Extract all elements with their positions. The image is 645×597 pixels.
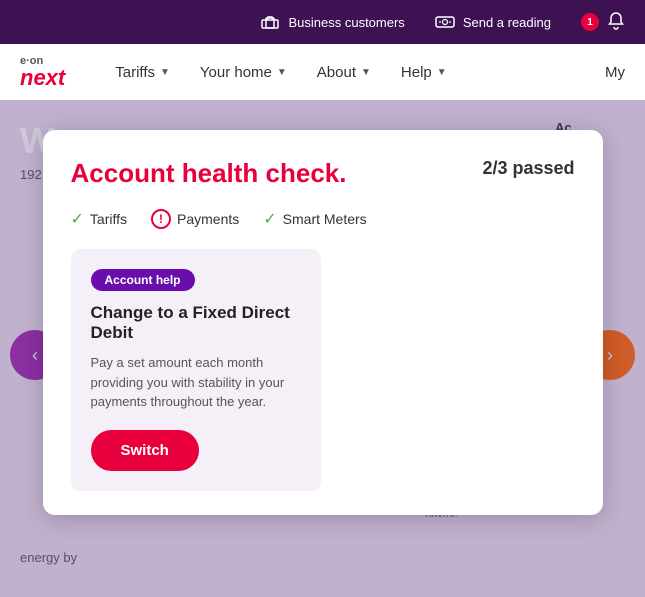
modal: Account health check. 2/3 passed ✓ Tarif… xyxy=(43,130,603,515)
check-tariffs-label: Tariffs xyxy=(90,211,127,227)
your-home-label: Your home xyxy=(200,64,272,81)
account-help-card: Account help Change to a Fixed Direct De… xyxy=(71,249,321,491)
nav-about[interactable]: About ▼ xyxy=(317,64,371,81)
business-customers-link[interactable]: Business customers xyxy=(260,12,404,32)
check-warning-icon: ! xyxy=(151,209,171,229)
tariffs-label: Tariffs xyxy=(115,64,155,81)
about-label: About xyxy=(317,64,356,81)
modal-passed: 2/3 passed xyxy=(482,158,574,179)
about-chevron-icon: ▼ xyxy=(361,67,371,78)
check-tariffs: ✓ Tariffs xyxy=(71,209,128,229)
help-label: Help xyxy=(401,64,432,81)
check-payments: ! Payments xyxy=(151,209,239,229)
nav-your-home[interactable]: Your home ▼ xyxy=(200,64,287,81)
notification-badge: 1 xyxy=(581,13,599,31)
modal-title: Account health check. xyxy=(71,158,347,189)
check-pass-icon: ✓ xyxy=(71,209,84,229)
check-pass-icon-2: ✓ xyxy=(263,209,276,229)
nav-help[interactable]: Help ▼ xyxy=(401,64,447,81)
card-description: Pay a set amount each month providing yo… xyxy=(91,353,301,412)
modal-header: Account health check. 2/3 passed xyxy=(71,158,575,189)
top-bar: Business customers Send a reading 1 xyxy=(0,0,645,44)
tariffs-chevron-icon: ▼ xyxy=(160,67,170,78)
card-title: Change to a Fixed Direct Debit xyxy=(91,303,301,343)
logo[interactable]: e·on next xyxy=(20,56,65,89)
modal-overlay: Account health check. 2/3 passed ✓ Tarif… xyxy=(0,100,645,597)
check-payments-label: Payments xyxy=(177,211,239,227)
help-chevron-icon: ▼ xyxy=(437,67,447,78)
modal-checks: ✓ Tariffs ! Payments ✓ Smart Meters xyxy=(71,209,575,229)
your-home-chevron-icon: ▼ xyxy=(277,67,287,78)
briefcase-icon xyxy=(260,12,280,32)
check-smart-meters-label: Smart Meters xyxy=(283,211,367,227)
nav-bar: e·on next Tariffs ▼ Your home ▼ About ▼ … xyxy=(0,44,645,100)
send-reading-link[interactable]: Send a reading xyxy=(435,12,551,32)
nav-tariffs[interactable]: Tariffs ▼ xyxy=(115,64,170,81)
nav-my[interactable]: My xyxy=(605,64,625,81)
notification-item[interactable]: 1 xyxy=(581,12,625,33)
check-smart-meters: ✓ Smart Meters xyxy=(263,209,366,229)
switch-button[interactable]: Switch xyxy=(91,430,199,471)
logo-next: next xyxy=(20,67,65,89)
notification-icon xyxy=(607,12,625,33)
business-customers-label: Business customers xyxy=(288,15,404,30)
send-reading-label: Send a reading xyxy=(463,15,551,30)
card-badge: Account help xyxy=(91,269,195,291)
meter-icon xyxy=(435,12,455,32)
